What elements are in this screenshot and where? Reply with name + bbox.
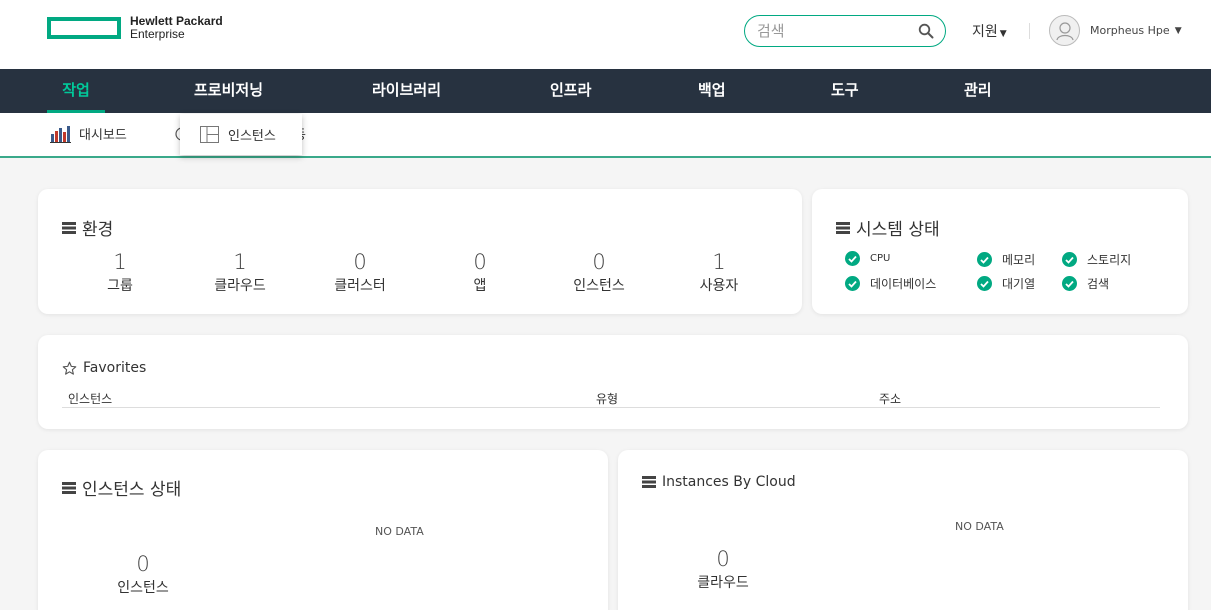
instances-icon: [200, 126, 219, 143]
stat-users-label: 사용자: [699, 278, 739, 294]
top-header: Hewlett Packard Enterprise 지원▼ Morpheus …: [0, 0, 1211, 69]
hpe-logo-text: Hewlett Packard Enterprise: [130, 15, 223, 41]
instance-status-title: 인스턴스 상태: [62, 475, 181, 500]
user-menu[interactable]: Morpheus Hpe ▼: [1049, 15, 1182, 46]
star-icon: [62, 361, 77, 376]
stat-instances-label: 인스턴스: [573, 278, 625, 294]
dropdown-instances-label: 인스턴스: [228, 129, 276, 144]
stat-clouds[interactable]: 1 클라우드: [180, 251, 300, 295]
chevron-down-icon: ▼: [999, 29, 1007, 39]
stat-instances[interactable]: 0 인스턴스: [539, 251, 659, 295]
favorites-card: Favorites 인스턴스 유형 주소: [38, 335, 1188, 429]
system-status-title: 시스템 상태: [836, 215, 940, 240]
hpe-logo[interactable]: Hewlett Packard Enterprise: [47, 15, 223, 41]
subnav-dashboard-label: 대시보드: [79, 128, 127, 143]
instances-by-cloud-no-data: NO DATA: [955, 520, 1004, 533]
system-status-card: 시스템 상태 CPU 메모리 스토리지 데이터베이스 대기열 검색: [812, 189, 1188, 314]
stat-instances-value: 0: [592, 250, 606, 274]
health-cpu-label: CPU: [870, 253, 891, 264]
search-icon[interactable]: [918, 23, 934, 43]
instances-by-cloud-count-value: 0: [716, 547, 730, 571]
stat-clusters[interactable]: 0 클러스터: [300, 251, 420, 295]
nav-item-operations[interactable]: 작업: [47, 69, 105, 113]
user-avatar-icon: [1055, 21, 1074, 40]
stat-users-value: 1: [712, 250, 726, 274]
hpe-logo-mark: [47, 17, 121, 39]
instance-status-no-data: NO DATA: [375, 525, 424, 538]
instance-status-count-label: 인스턴스: [117, 580, 169, 596]
stat-apps-label: 앱: [473, 278, 487, 294]
stat-clouds-label: 클라우드: [214, 278, 266, 294]
check-circle-icon: [977, 252, 992, 267]
health-storage-label: 스토리지: [1087, 253, 1132, 267]
avatar: [1049, 15, 1080, 46]
instances-by-cloud-count: 0 클라우드: [663, 548, 783, 592]
stat-clusters-value: 0: [353, 250, 367, 274]
nav-item-library[interactable]: 라이브러리: [372, 69, 441, 113]
subnav-dashboard[interactable]: 대시보드: [50, 124, 127, 143]
search-box[interactable]: [744, 15, 946, 47]
environment-title: 환경: [62, 215, 113, 240]
environment-card: 환경 1 그룹 1 클라우드 0 클러스터 0 앱 0 인스턴스 1 사용자: [38, 189, 802, 314]
stat-clouds-value: 1: [233, 250, 247, 274]
stat-groups-value: 1: [113, 250, 127, 274]
instance-status-count-value: 0: [136, 552, 150, 576]
chevron-down-icon: ▼: [1174, 25, 1182, 36]
stat-clusters-label: 클러스터: [334, 278, 386, 294]
instances-by-cloud-title-text: Instances By Cloud: [662, 474, 796, 490]
environment-title-text: 환경: [82, 220, 114, 240]
list-icon: [836, 221, 850, 234]
check-circle-icon: [845, 276, 860, 291]
health-database-label: 데이터베이스: [870, 277, 937, 291]
favorites-table-header: 인스턴스 유형 주소: [62, 390, 1160, 408]
instances-by-cloud-card: Instances By Cloud NO DATA 0 클라우드: [618, 450, 1188, 610]
favorites-title-text: Favorites: [83, 360, 147, 376]
support-label: 지원: [972, 24, 998, 40]
check-circle-icon: [845, 251, 860, 266]
stat-apps-value: 0: [473, 250, 487, 274]
health-database: 데이터베이스: [845, 275, 936, 292]
instance-status-card: 인스턴스 상태 NO DATA 0 인스턴스: [38, 450, 608, 610]
support-menu[interactable]: 지원 ▼: [972, 21, 1007, 41]
nav-item-infrastructure[interactable]: 인프라: [550, 69, 591, 113]
stat-groups-label: 그룹: [107, 278, 133, 294]
system-status-title-text: 시스템 상태: [856, 220, 940, 240]
nav-item-tools[interactable]: 도구: [831, 69, 859, 113]
health-memory: 메모리: [977, 251, 1035, 268]
list-icon: [62, 221, 76, 234]
instance-status-count: 0 인스턴스: [83, 553, 203, 597]
check-circle-icon: [1062, 276, 1077, 291]
check-circle-icon: [977, 276, 992, 291]
bar-chart-icon: [50, 125, 71, 143]
instances-by-cloud-count-label: 클라우드: [697, 575, 749, 591]
health-queue-label: 대기열: [1002, 277, 1036, 291]
stat-users[interactable]: 1 사용자: [659, 251, 779, 295]
list-icon: [642, 476, 656, 488]
favorites-title: Favorites: [62, 360, 146, 376]
main-navbar: 작업 프로비저닝 라이브러리 인프라 백업 도구 관리: [0, 69, 1211, 113]
search-input[interactable]: [757, 22, 907, 40]
list-icon: [62, 481, 76, 494]
column-header-address[interactable]: 주소: [879, 390, 901, 407]
provisioning-dropdown-instances[interactable]: 인스턴스: [180, 114, 302, 155]
health-search-label: 검색: [1087, 277, 1110, 291]
stat-groups[interactable]: 1 그룹: [60, 251, 180, 295]
column-header-type[interactable]: 유형: [596, 390, 618, 407]
column-header-instance[interactable]: 인스턴스: [68, 390, 112, 407]
header-divider: [1029, 23, 1030, 39]
instances-by-cloud-title: Instances By Cloud: [642, 474, 796, 490]
nav-item-provisioning[interactable]: 프로비저닝: [194, 69, 263, 113]
stat-apps[interactable]: 0 앱: [420, 251, 540, 295]
health-search: 검색: [1062, 275, 1109, 292]
health-memory-label: 메모리: [1002, 253, 1036, 267]
health-storage: 스토리지: [1062, 251, 1131, 268]
check-circle-icon: [1062, 252, 1077, 267]
logo-line2: Enterprise: [130, 27, 185, 41]
health-queue: 대기열: [977, 275, 1035, 292]
nav-item-backups[interactable]: 백업: [698, 69, 726, 113]
nav-item-administration[interactable]: 관리: [964, 69, 992, 113]
user-name: Morpheus Hpe: [1090, 24, 1170, 37]
health-cpu: CPU: [845, 251, 890, 266]
instance-status-title-text: 인스턴스 상태: [82, 480, 182, 500]
